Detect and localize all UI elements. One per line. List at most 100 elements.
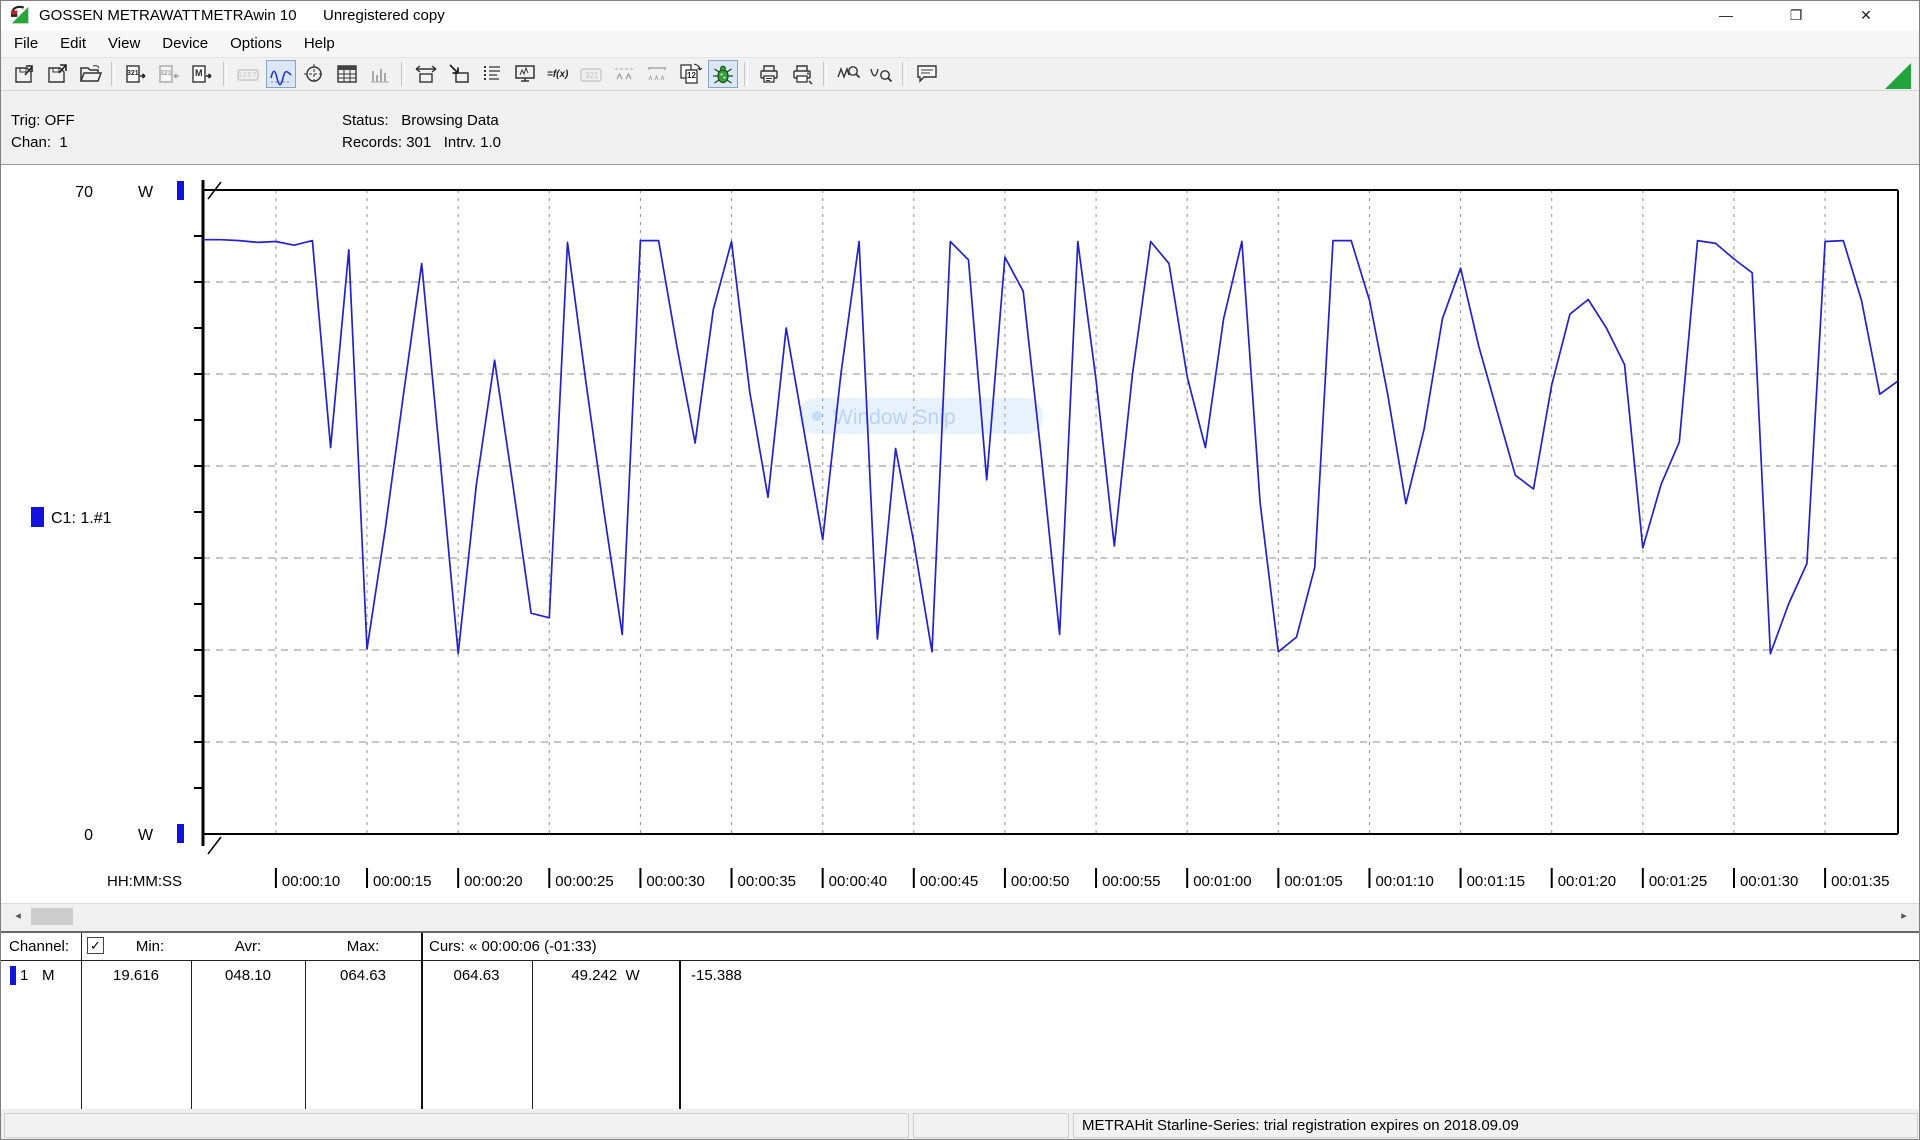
toolbar-button-marker-set-icon[interactable] bbox=[642, 60, 672, 88]
toolbar-button-pan-view-icon[interactable] bbox=[411, 60, 441, 88]
toolbar-button-zoom-curve-value-icon[interactable] bbox=[866, 60, 896, 88]
recording-status: Status: Browsing Data bbox=[342, 112, 499, 129]
channel-statistics-table: Channel: ✓ Min: Avr: Max: Curs: « 00:00:… bbox=[1, 931, 1920, 1109]
toolbar-button-device-monitor-icon[interactable] bbox=[510, 60, 540, 88]
channel-color-marker bbox=[10, 966, 16, 985]
value-avr: 048.10 bbox=[191, 967, 305, 984]
toolbar-button-receive-numeric-icon[interactable]: 321 bbox=[154, 60, 184, 88]
watermark-dot bbox=[812, 411, 822, 421]
x-tick-label: 00:01:20 bbox=[1558, 873, 1616, 890]
toolbar: 321321M1257=f(x)32112 bbox=[1, 57, 1919, 91]
x-tick-label: 00:01:10 bbox=[1375, 873, 1433, 890]
toolbar-separator bbox=[902, 62, 906, 86]
toolbar-button-marker-range-icon[interactable] bbox=[609, 60, 639, 88]
app-logo-icon bbox=[9, 5, 33, 27]
toolbar-button-histogram-icon[interactable] bbox=[365, 60, 395, 88]
table-header-row: Channel: ✓ Min: Avr: Max: Curs: « 00:00:… bbox=[1, 933, 1920, 961]
maximize-button[interactable]: ❐ bbox=[1773, 1, 1819, 30]
y-unit-label: W bbox=[138, 827, 154, 844]
x-tick-label: 00:01:30 bbox=[1740, 873, 1798, 890]
toolbar-button-zoom-curve-time-icon[interactable] bbox=[833, 60, 863, 88]
toolbar-separator bbox=[111, 62, 115, 86]
plot-area[interactable] bbox=[203, 190, 1898, 834]
menu-file[interactable]: File bbox=[3, 31, 49, 57]
toolbar-button-yt-chart-icon[interactable] bbox=[266, 60, 296, 88]
toolbar-button-print-preview-icon[interactable] bbox=[754, 60, 784, 88]
brand-triangle-icon bbox=[1885, 63, 1911, 89]
toolbar-button-digital-display-icon[interactable]: 1257 bbox=[233, 60, 263, 88]
menu-help[interactable]: Help bbox=[293, 31, 346, 57]
menu-view[interactable]: View bbox=[97, 31, 151, 57]
channel-legend-marker bbox=[31, 507, 44, 527]
toolbar-button-window-transfer-icon[interactable] bbox=[444, 60, 474, 88]
acquisition-info-bar: Trig: OFF Chan: 1 Status: Browsing Data … bbox=[1, 91, 1919, 164]
value-cursor-b: 49.242 W bbox=[532, 967, 679, 984]
toolbar-button-xy-chart-icon[interactable] bbox=[299, 60, 329, 88]
x-tick-label: 00:00:10 bbox=[282, 873, 340, 890]
title-app-name: METRAwin 10 bbox=[201, 7, 297, 24]
channel-number: 1 bbox=[20, 967, 28, 984]
toolbar-button-export-file-icon[interactable] bbox=[9, 60, 39, 88]
channel-visible-checkbox[interactable]: ✓ bbox=[87, 937, 104, 954]
toolbar-button-open-file-icon[interactable] bbox=[75, 60, 105, 88]
y-range-bottom-marker bbox=[177, 824, 184, 843]
x-tick-label: 00:00:55 bbox=[1102, 873, 1160, 890]
x-tick-label: 00:01:25 bbox=[1649, 873, 1707, 890]
menu-device[interactable]: Device bbox=[151, 31, 219, 57]
minimize-button[interactable]: — bbox=[1703, 1, 1749, 30]
status-panel-middle bbox=[913, 1113, 1069, 1138]
y-range-top-marker bbox=[177, 181, 184, 200]
header-min: Min: bbox=[109, 938, 191, 955]
header-max: Max: bbox=[305, 938, 421, 955]
scroll-right-arrow-icon[interactable]: ▸ bbox=[1893, 906, 1915, 927]
x-tick-label: 00:00:45 bbox=[920, 873, 978, 890]
x-tick-label: 00:00:50 bbox=[1011, 873, 1069, 890]
y-max-label: 70 bbox=[75, 184, 93, 201]
toolbar-button-formula-icon[interactable]: =f(x) bbox=[543, 60, 573, 88]
toolbar-button-send-numeric-icon[interactable]: 321 bbox=[121, 60, 151, 88]
toolbar-separator bbox=[744, 62, 748, 86]
x-tick-label: 00:00:15 bbox=[373, 873, 431, 890]
title-license-note: Unregistered copy bbox=[323, 7, 445, 24]
yt-chart[interactable]: 00:00:1000:00:1500:00:2000:00:2500:00:30… bbox=[1, 165, 1920, 904]
toolbar-button-value-list-icon[interactable] bbox=[477, 60, 507, 88]
toolbar-button-send-memory-icon[interactable]: M bbox=[187, 60, 217, 88]
channel-legend-label: C1: 1.#1 bbox=[51, 510, 112, 527]
header-cursor: Curs: « 00:00:06 (-01:33) bbox=[429, 938, 597, 955]
status-bar: METRAHit Starline-Series: trial registra… bbox=[1, 1109, 1920, 1140]
toolbar-button-copy-values-icon[interactable]: 12 bbox=[675, 60, 705, 88]
scroll-left-arrow-icon[interactable]: ◂ bbox=[7, 906, 29, 927]
x-tick-label: 00:01:05 bbox=[1284, 873, 1342, 890]
toolbar-button-numeric-display-icon[interactable]: 321 bbox=[576, 60, 606, 88]
axis-break-mark bbox=[208, 837, 221, 854]
close-button[interactable]: ✕ bbox=[1843, 1, 1889, 30]
status-panel-message: METRAHit Starline-Series: trial registra… bbox=[1073, 1113, 1918, 1138]
toolbar-button-save-file-icon[interactable] bbox=[42, 60, 72, 88]
title-bar: GOSSEN METRAWATT METRAwin 10 Unregistere… bbox=[1, 1, 1919, 31]
x-tick-label: 00:01:15 bbox=[1467, 873, 1525, 890]
toolbar-button-print-icon[interactable] bbox=[787, 60, 817, 88]
channel-status: Chan: 1 bbox=[11, 134, 68, 151]
x-tick-label: 00:00:20 bbox=[464, 873, 522, 890]
channel-mode: M bbox=[42, 967, 55, 984]
value-min: 19.616 bbox=[81, 967, 191, 984]
menu-options[interactable]: Options bbox=[219, 31, 293, 57]
toolbar-button-live-monitor-bug-icon[interactable] bbox=[708, 60, 738, 88]
records-interval: Records: 301 Intrv. 1.0 bbox=[342, 134, 501, 151]
header-channel: Channel: bbox=[9, 938, 69, 955]
toolbar-separator bbox=[223, 62, 227, 86]
x-tick-label: 00:01:35 bbox=[1831, 873, 1889, 890]
x-tick-label: 00:00:35 bbox=[738, 873, 796, 890]
scrollbar-thumb[interactable] bbox=[31, 908, 73, 925]
channel-row: 1 M 19.616 048.10 064.63 064.63 49.242 W… bbox=[1, 961, 1920, 991]
x-tick-label: 00:00:25 bbox=[555, 873, 613, 890]
toolbar-button-data-table-icon[interactable] bbox=[332, 60, 362, 88]
x-tick-label: 00:01:00 bbox=[1193, 873, 1251, 890]
watermark-text: Window Snip bbox=[833, 406, 956, 429]
menu-edit[interactable]: Edit bbox=[49, 31, 97, 57]
time-scrollbar[interactable]: ◂ ▸ bbox=[1, 903, 1920, 929]
toolbar-separator bbox=[823, 62, 827, 86]
toolbar-button-annotation-icon[interactable] bbox=[912, 60, 942, 88]
value-cursor-delta: -15.388 bbox=[691, 967, 742, 984]
status-panel-left bbox=[4, 1113, 909, 1138]
